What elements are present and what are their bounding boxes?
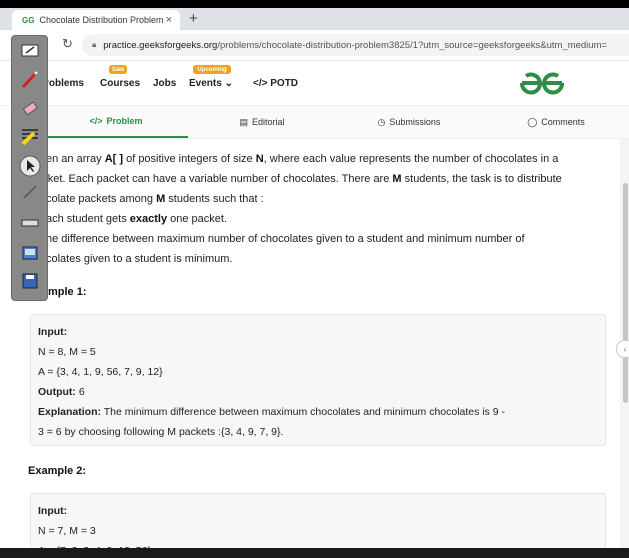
browser-window: GG Chocolate Distribution Problem | × + …	[0, 8, 629, 558]
tab-editorial-label: Editorial	[252, 117, 285, 127]
clock-icon: ◷	[377, 116, 386, 127]
tab-comments[interactable]: ◯ Comments	[483, 106, 629, 138]
tab-problem[interactable]: </> Problem	[44, 106, 188, 138]
shape-icon[interactable]	[18, 212, 42, 234]
example-1-heading: mple 1:	[48, 286, 87, 298]
example-1-explanation-line-2: 3 = 6 by choosing following M packets :{…	[38, 426, 284, 438]
condition-2-line-1: he difference between maximum number of …	[46, 233, 525, 245]
statement-line-1: en an array A[ ] of positive integers of…	[46, 153, 559, 165]
example-1-input-label: Input:	[38, 326, 68, 338]
annotation-toolbar	[11, 35, 48, 301]
example-1-explanation-line-1: Explanation: The minimum difference betw…	[38, 406, 506, 418]
statement-line-2: packet. Each packet can have a variable …	[30, 173, 562, 185]
url-field[interactable]: 🔒︎ practice.geeksforgeeks.org /problems/…	[82, 34, 629, 56]
url-path: /problems/chocolate-distribution-problem…	[217, 39, 608, 51]
new-tab-icon[interactable]: +	[189, 10, 198, 27]
tab-problem-label: Problem	[106, 116, 143, 126]
condition-1: ach student gets exactly one packet.	[46, 213, 228, 225]
save-icon[interactable]	[18, 270, 42, 292]
example-2-heading: Example 2:	[28, 465, 87, 477]
nav-jobs[interactable]: Jobs	[153, 78, 176, 89]
nav-events[interactable]: Events ⌄	[189, 78, 233, 89]
line-tool-icon[interactable]	[18, 181, 42, 203]
url-host: practice.geeksforgeeks.org	[103, 39, 218, 51]
close-tab-icon[interactable]: ×	[166, 14, 172, 26]
tab-submissions-label: Submissions	[389, 117, 441, 127]
tab-strip: GG Chocolate Distribution Problem | × +	[0, 8, 629, 30]
highlighter-icon[interactable]	[18, 127, 42, 149]
example-1-array: A = {3, 4, 1, 9, 56, 7, 9, 12}	[38, 366, 163, 378]
condition-2-line-2: colates given to a student is minimum.	[46, 253, 233, 265]
nav-problems[interactable]: roblems	[45, 78, 84, 89]
upcoming-badge: Upcoming	[193, 65, 231, 74]
sale-badge: Sale	[109, 65, 127, 74]
eraser-icon[interactable]	[18, 97, 42, 119]
nav-courses[interactable]: Courses	[100, 78, 140, 89]
red-pen-icon[interactable]	[18, 69, 42, 91]
bottom-strip	[0, 548, 629, 558]
example-1-output: Output: 6	[38, 386, 85, 398]
chevron-down-icon: ⌄	[224, 78, 233, 89]
comment-icon: ◯	[527, 116, 538, 127]
gfg-logo-icon[interactable]	[518, 69, 566, 97]
nav-potd[interactable]: </> POTD	[253, 78, 298, 89]
site-nav: roblems Sale Courses Jobs Upcoming Event…	[0, 61, 629, 106]
example-2-input-label: Input:	[38, 505, 68, 517]
nav-events-label: Events	[189, 78, 222, 89]
problem-tabs: </> Problem ▤ Editorial ◷ Submissions ◯ …	[44, 106, 629, 139]
whiteboard-icon[interactable]	[18, 39, 42, 61]
tab-comments-label: Comments	[541, 117, 585, 127]
example-2-nm: N = 7, M = 3	[38, 525, 96, 537]
tab-title: Chocolate Distribution Problem |	[39, 15, 166, 25]
tab-submissions[interactable]: ◷ Submissions	[336, 106, 482, 138]
example-1-box: Input: N = 8, M = 5 A = {3, 4, 1, 9, 56,…	[30, 314, 606, 446]
problem-content: en an array A[ ] of positive integers of…	[0, 139, 620, 558]
reload-icon[interactable]: ↻	[62, 36, 73, 52]
tab-editorial[interactable]: ▤ Editorial	[189, 106, 335, 138]
browser-tab[interactable]: GG Chocolate Distribution Problem | ×	[12, 10, 180, 30]
scrollbar-thumb[interactable]	[623, 183, 628, 403]
gfg-favicon-icon: GG	[22, 15, 35, 25]
address-bar: → ↻ 🔒︎ practice.geeksforgeeks.org /probl…	[0, 30, 629, 61]
document-icon: ▤	[239, 116, 248, 127]
lock-icon: 🔒︎	[92, 40, 97, 49]
collapse-panel-icon[interactable]: ‹	[616, 340, 629, 358]
example-1-nm: N = 8, M = 5	[38, 346, 96, 358]
code-icon: </>	[253, 78, 268, 89]
code-icon: </>	[89, 116, 103, 126]
screen-icon[interactable]	[18, 243, 42, 265]
cursor-icon[interactable]	[18, 155, 42, 177]
statement-line-3: colate packets among M students such tha…	[46, 193, 264, 205]
nav-potd-label: POTD	[270, 78, 299, 89]
